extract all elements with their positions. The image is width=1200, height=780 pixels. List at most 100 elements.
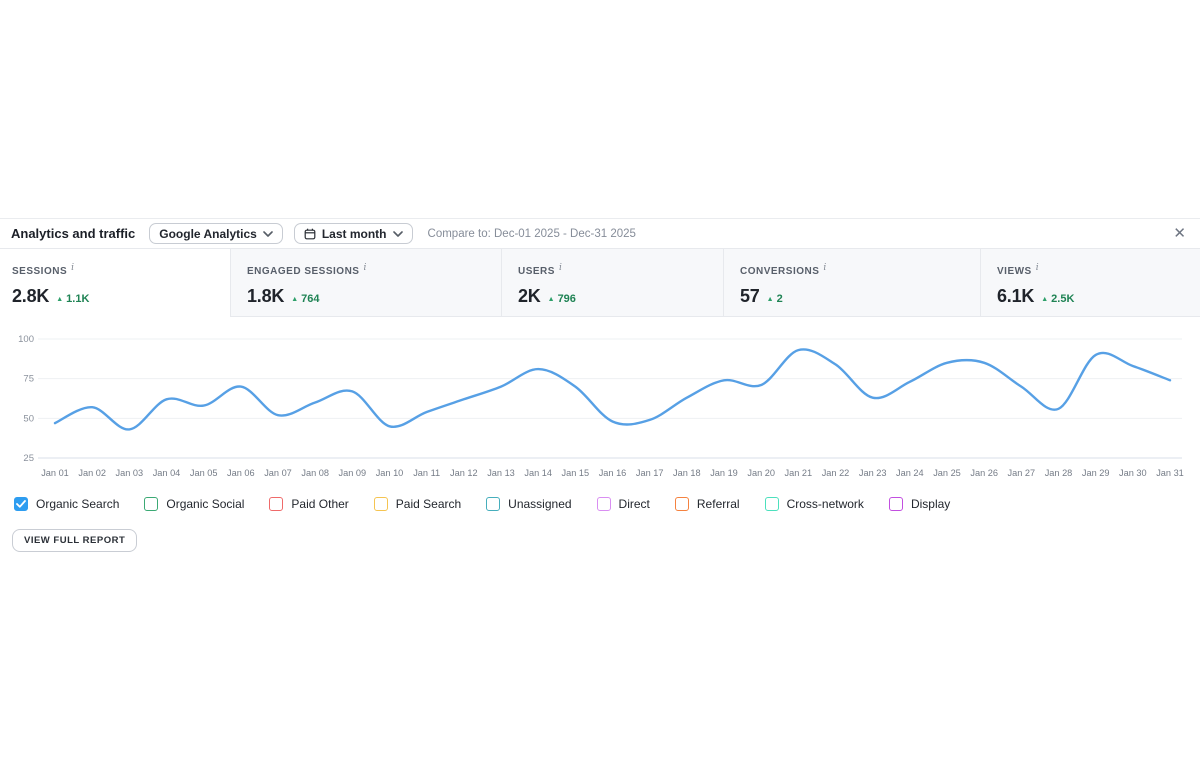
arrow-up-icon: ▲ bbox=[548, 296, 555, 303]
checked-checkbox-organic-search[interactable] bbox=[14, 497, 28, 511]
legend-item-paid-search[interactable]: Paid Search bbox=[374, 497, 461, 511]
legend-item-direct[interactable]: Direct bbox=[597, 497, 650, 511]
svg-text:Jan 05: Jan 05 bbox=[190, 468, 218, 478]
chevron-down-icon bbox=[393, 231, 403, 237]
svg-text:Jan 27: Jan 27 bbox=[1008, 468, 1036, 478]
svg-text:Jan 22: Jan 22 bbox=[822, 468, 850, 478]
svg-text:Jan 21: Jan 21 bbox=[785, 468, 813, 478]
metric-delta: ▲796 bbox=[548, 293, 576, 305]
metric-label: ENGAGED SESSIONS bbox=[247, 266, 359, 277]
legend-item-paid-other[interactable]: Paid Other bbox=[269, 497, 348, 511]
legend-label-paid-search: Paid Search bbox=[396, 497, 461, 511]
svg-text:Jan 13: Jan 13 bbox=[487, 468, 515, 478]
svg-text:Jan 20: Jan 20 bbox=[747, 468, 775, 478]
svg-text:Jan 29: Jan 29 bbox=[1082, 468, 1110, 478]
svg-text:Jan 18: Jan 18 bbox=[673, 468, 701, 478]
svg-text:Jan 04: Jan 04 bbox=[153, 468, 181, 478]
checkbox-paid-search[interactable] bbox=[374, 497, 388, 511]
check-icon bbox=[16, 500, 26, 508]
svg-text:Jan 07: Jan 07 bbox=[264, 468, 292, 478]
svg-text:Jan 03: Jan 03 bbox=[116, 468, 144, 478]
analytics-traffic-widget: Analytics and traffic Google Analytics L… bbox=[0, 218, 1200, 552]
svg-text:Jan 12: Jan 12 bbox=[450, 468, 478, 478]
legend-label-organic-social: Organic Social bbox=[166, 497, 244, 511]
svg-text:Jan 19: Jan 19 bbox=[710, 468, 738, 478]
svg-text:Jan 17: Jan 17 bbox=[636, 468, 664, 478]
svg-text:Jan 15: Jan 15 bbox=[562, 468, 590, 478]
svg-text:Jan 06: Jan 06 bbox=[227, 468, 255, 478]
calendar-icon bbox=[304, 228, 316, 240]
compare-to-text: Compare to: Dec-01 2025 - Dec-31 2025 bbox=[428, 228, 636, 240]
metric-delta: ▲2 bbox=[767, 293, 783, 305]
svg-text:Jan 01: Jan 01 bbox=[41, 468, 69, 478]
widget-header: Analytics and traffic Google Analytics L… bbox=[0, 218, 1200, 248]
svg-text:Jan 14: Jan 14 bbox=[524, 468, 552, 478]
metric-value: 1.8K bbox=[247, 286, 284, 307]
metric-label: SESSIONS bbox=[12, 266, 67, 277]
close-icon[interactable]: ✕ bbox=[1173, 226, 1186, 241]
source-dropdown-label: Google Analytics bbox=[159, 227, 257, 241]
source-dropdown[interactable]: Google Analytics bbox=[149, 223, 283, 244]
legend-item-organic-search[interactable]: Organic Search bbox=[14, 497, 119, 511]
arrow-up-icon: ▲ bbox=[56, 296, 63, 303]
svg-text:Jan 31: Jan 31 bbox=[1156, 468, 1184, 478]
svg-text:50: 50 bbox=[23, 413, 34, 424]
traffic-line-chart: 100755025Jan 01Jan 02Jan 03Jan 04Jan 05J… bbox=[0, 327, 1200, 487]
widget-title: Analytics and traffic bbox=[11, 226, 135, 241]
checkbox-cross-network[interactable] bbox=[765, 497, 779, 511]
legend-label-paid-other: Paid Other bbox=[291, 497, 348, 511]
info-icon[interactable]: i bbox=[559, 263, 562, 273]
arrow-up-icon: ▲ bbox=[1041, 296, 1048, 303]
metric-card-sessions[interactable]: SESSIONSi 2.8K▲1.1K bbox=[0, 249, 230, 317]
legend-label-display: Display bbox=[911, 497, 950, 511]
legend-label-organic-search: Organic Search bbox=[36, 497, 119, 511]
svg-text:Jan 11: Jan 11 bbox=[413, 468, 440, 478]
svg-text:Jan 16: Jan 16 bbox=[599, 468, 627, 478]
checkbox-organic-social[interactable] bbox=[144, 497, 158, 511]
legend-item-unassigned[interactable]: Unassigned bbox=[486, 497, 571, 511]
svg-text:100: 100 bbox=[18, 334, 34, 345]
metric-label: USERS bbox=[518, 266, 555, 277]
svg-text:Jan 28: Jan 28 bbox=[1045, 468, 1073, 478]
svg-text:Jan 02: Jan 02 bbox=[78, 468, 106, 478]
info-icon[interactable]: i bbox=[71, 263, 74, 273]
metric-delta: ▲764 bbox=[291, 293, 319, 305]
legend-item-referral[interactable]: Referral bbox=[675, 497, 740, 511]
checkbox-paid-other[interactable] bbox=[269, 497, 283, 511]
metric-card-users[interactable]: USERS i 2K ▲796 bbox=[501, 249, 723, 317]
date-range-dropdown[interactable]: Last month bbox=[294, 223, 413, 244]
checkbox-referral[interactable] bbox=[675, 497, 689, 511]
svg-text:25: 25 bbox=[23, 453, 34, 464]
metric-value: 2K bbox=[518, 286, 541, 307]
metric-card-conversions[interactable]: CONVERSIONS i 57 ▲2 bbox=[723, 249, 980, 317]
svg-text:Jan 25: Jan 25 bbox=[933, 468, 961, 478]
legend-item-cross-network[interactable]: Cross-network bbox=[765, 497, 864, 511]
metric-value: 6.1K bbox=[997, 286, 1034, 307]
legend-item-organic-social[interactable]: Organic Social bbox=[144, 497, 244, 511]
checkbox-unassigned[interactable] bbox=[486, 497, 500, 511]
metric-value: 57 bbox=[740, 286, 760, 307]
svg-text:Jan 08: Jan 08 bbox=[301, 468, 329, 478]
svg-text:Jan 30: Jan 30 bbox=[1119, 468, 1147, 478]
date-range-dropdown-label: Last month bbox=[322, 227, 387, 241]
svg-text:Jan 24: Jan 24 bbox=[896, 468, 924, 478]
arrow-up-icon: ▲ bbox=[767, 296, 774, 303]
arrow-up-icon: ▲ bbox=[291, 296, 298, 303]
legend-label-referral: Referral bbox=[697, 497, 740, 511]
legend-item-display[interactable]: Display bbox=[889, 497, 950, 511]
line-chart-svg: 100755025Jan 01Jan 02Jan 03Jan 04Jan 05J… bbox=[0, 327, 1200, 482]
view-full-report-button[interactable]: VIEW FULL REPORT bbox=[12, 529, 137, 552]
legend-label-unassigned: Unassigned bbox=[508, 497, 571, 511]
metric-card-views[interactable]: VIEWSi 6.1K▲2.5K bbox=[980, 249, 1200, 317]
info-icon[interactable]: i bbox=[1036, 263, 1039, 273]
checkbox-direct[interactable] bbox=[597, 497, 611, 511]
metric-label: CONVERSIONS bbox=[740, 266, 819, 277]
svg-text:Jan 10: Jan 10 bbox=[376, 468, 404, 478]
checkbox-display[interactable] bbox=[889, 497, 903, 511]
metric-value: 2.8K bbox=[12, 286, 49, 307]
metric-card-engaged-sessions[interactable]: ENGAGED SESSIONS i 1.8K ▲764 bbox=[230, 249, 501, 317]
info-icon[interactable]: i bbox=[363, 263, 366, 273]
page-canvas: Analytics and traffic Google Analytics L… bbox=[0, 0, 1200, 780]
info-icon[interactable]: i bbox=[823, 263, 826, 273]
metric-label: VIEWS bbox=[997, 266, 1032, 277]
